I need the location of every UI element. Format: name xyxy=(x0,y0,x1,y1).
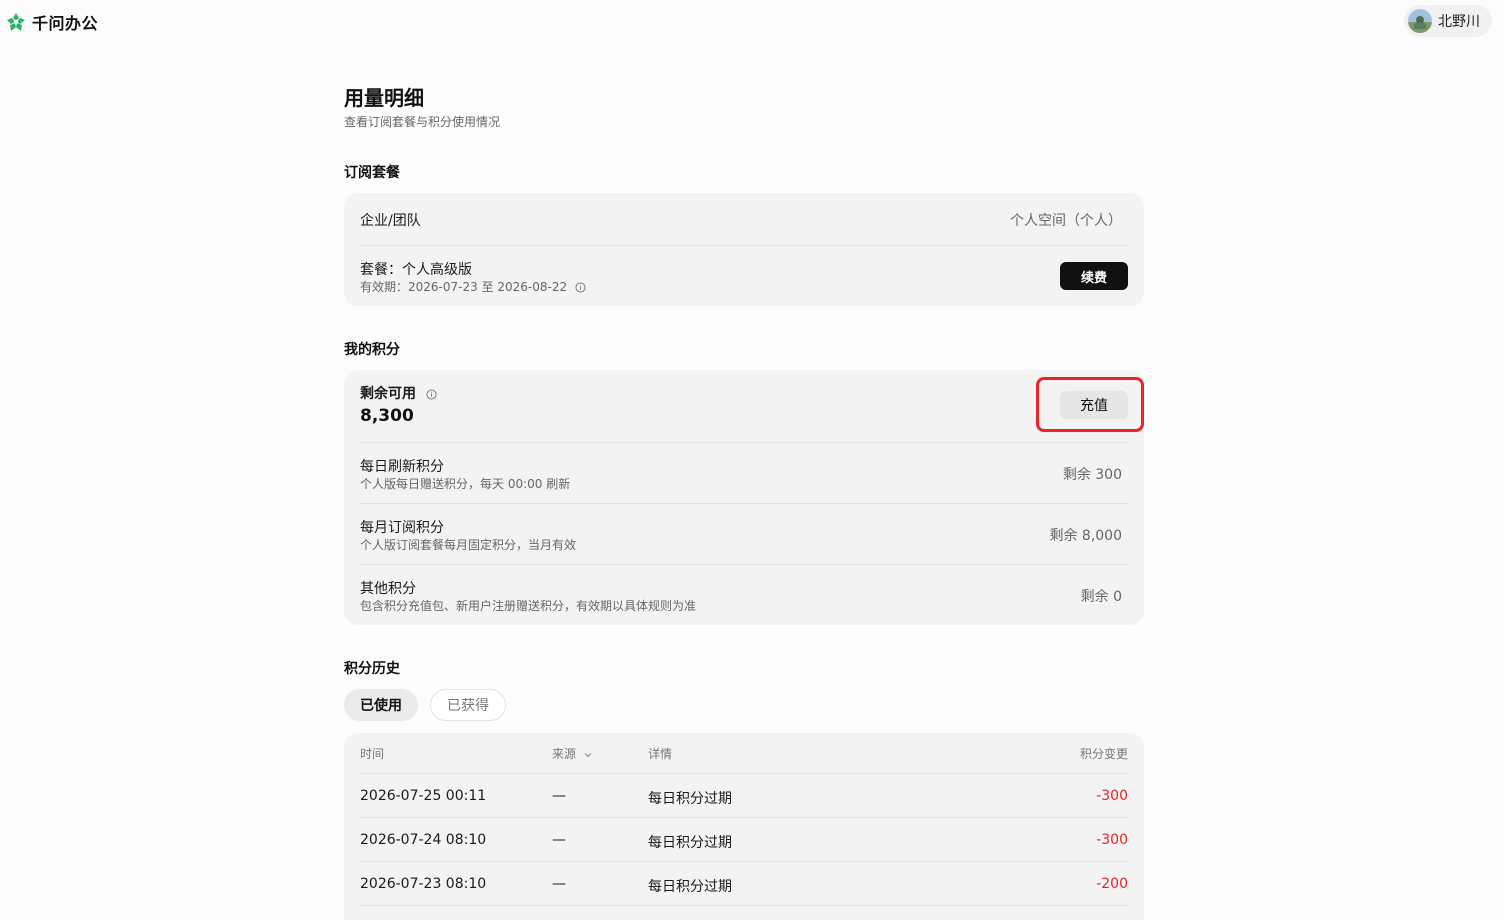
points-item-title: 其他积分 xyxy=(360,581,416,597)
points-item-value: 剩余 8,000 xyxy=(1049,528,1122,544)
remaining-label: 剩余可用 xyxy=(360,383,437,403)
page-subtitle: 查看订阅套餐与积分使用情况 xyxy=(344,115,501,129)
top-bar: 千问办公 北野川 xyxy=(0,0,1504,44)
divider xyxy=(360,773,1128,774)
row-change: -300 xyxy=(1096,832,1128,848)
row-change: -200 xyxy=(1096,876,1128,892)
points-item-title: 每日刷新积分 xyxy=(360,459,444,475)
remaining-label-text: 剩余可用 xyxy=(360,386,416,402)
row-source: — xyxy=(552,788,566,804)
row-detail: 每日积分过期 xyxy=(648,791,732,807)
page-title: 用量明细 xyxy=(344,86,424,110)
history-table: 时间 来源 详情 积分变更 2026-07-25 00:11 — 每日积分过期 … xyxy=(344,733,1144,920)
info-icon[interactable] xyxy=(575,282,586,293)
divider xyxy=(360,245,1128,246)
divider xyxy=(360,442,1128,443)
tab-earned[interactable]: 已获得 xyxy=(430,689,506,721)
renew-button[interactable]: 续费 xyxy=(1060,262,1128,290)
points-item-title: 每月订阅积分 xyxy=(360,520,444,536)
user-name: 北野川 xyxy=(1438,14,1480,30)
row-time: 2026-07-25 00:11 xyxy=(360,788,487,804)
divider xyxy=(360,817,1128,818)
avatar xyxy=(1408,9,1432,33)
row-time: 2026-07-24 08:10 xyxy=(360,832,487,848)
info-icon[interactable] xyxy=(426,388,437,400)
subscription-section-title: 订阅套餐 xyxy=(344,165,400,181)
points-item-desc: 包含积分充值包、新用户注册赠送积分，有效期以具体规则为准 xyxy=(360,599,697,613)
brand-logo-icon xyxy=(7,13,25,31)
row-source: — xyxy=(552,832,566,848)
row-time: 2026-07-23 08:10 xyxy=(360,876,487,892)
row-detail: 每日积分过期 xyxy=(648,879,732,895)
points-item-desc: 个人版每日赠送积分，每天 00:00 刷新 xyxy=(360,477,571,491)
column-header-change: 积分变更 xyxy=(1079,747,1128,761)
user-menu-button[interactable]: 北野川 xyxy=(1404,5,1492,37)
history-section-title: 积分历史 xyxy=(344,661,400,677)
subscription-card: 企业/团队 个人空间（个人） 套餐：个人高级版 有效期：2026-07-23 至… xyxy=(344,193,1144,306)
points-item-value: 剩余 300 xyxy=(1062,467,1122,483)
points-card: 剩余可用 8,300 充值 每日刷新积分 个人版每日赠送积分，每天 00:00 … xyxy=(344,370,1144,625)
recharge-button[interactable]: 充值 xyxy=(1060,391,1128,419)
divider xyxy=(360,564,1128,565)
tab-used[interactable]: 已使用 xyxy=(344,689,418,721)
points-section-title: 我的积分 xyxy=(344,342,400,358)
brand-name: 千问办公 xyxy=(32,14,99,33)
brand[interactable]: 千问办公 xyxy=(6,10,98,34)
org-value[interactable]: 个人空间（个人） xyxy=(1010,210,1122,230)
row-source: — xyxy=(552,876,566,892)
points-item-value: 剩余 0 xyxy=(1080,589,1122,605)
divider xyxy=(360,503,1128,504)
column-header-source-label: 来源 xyxy=(552,747,577,761)
divider xyxy=(360,861,1128,862)
divider xyxy=(360,905,1128,906)
row-detail: 每日积分过期 xyxy=(648,835,732,851)
row-change: -300 xyxy=(1096,788,1128,804)
column-header-time: 时间 xyxy=(360,747,385,761)
column-header-source[interactable]: 来源 xyxy=(552,745,592,762)
remaining-value: 8,300 xyxy=(360,406,414,426)
plan-label: 套餐：个人高级版 xyxy=(360,262,472,278)
points-item-desc: 个人版订阅套餐每月固定积分，当月有效 xyxy=(360,538,577,552)
column-header-detail: 详情 xyxy=(648,747,673,761)
chevron-down-icon xyxy=(584,752,592,757)
org-label: 企业/团队 xyxy=(360,213,421,229)
plan-validity: 有效期：2026-07-23 至 2026-08-22 xyxy=(360,278,586,295)
plan-validity-text: 有效期：2026-07-23 至 2026-08-22 xyxy=(360,280,568,294)
